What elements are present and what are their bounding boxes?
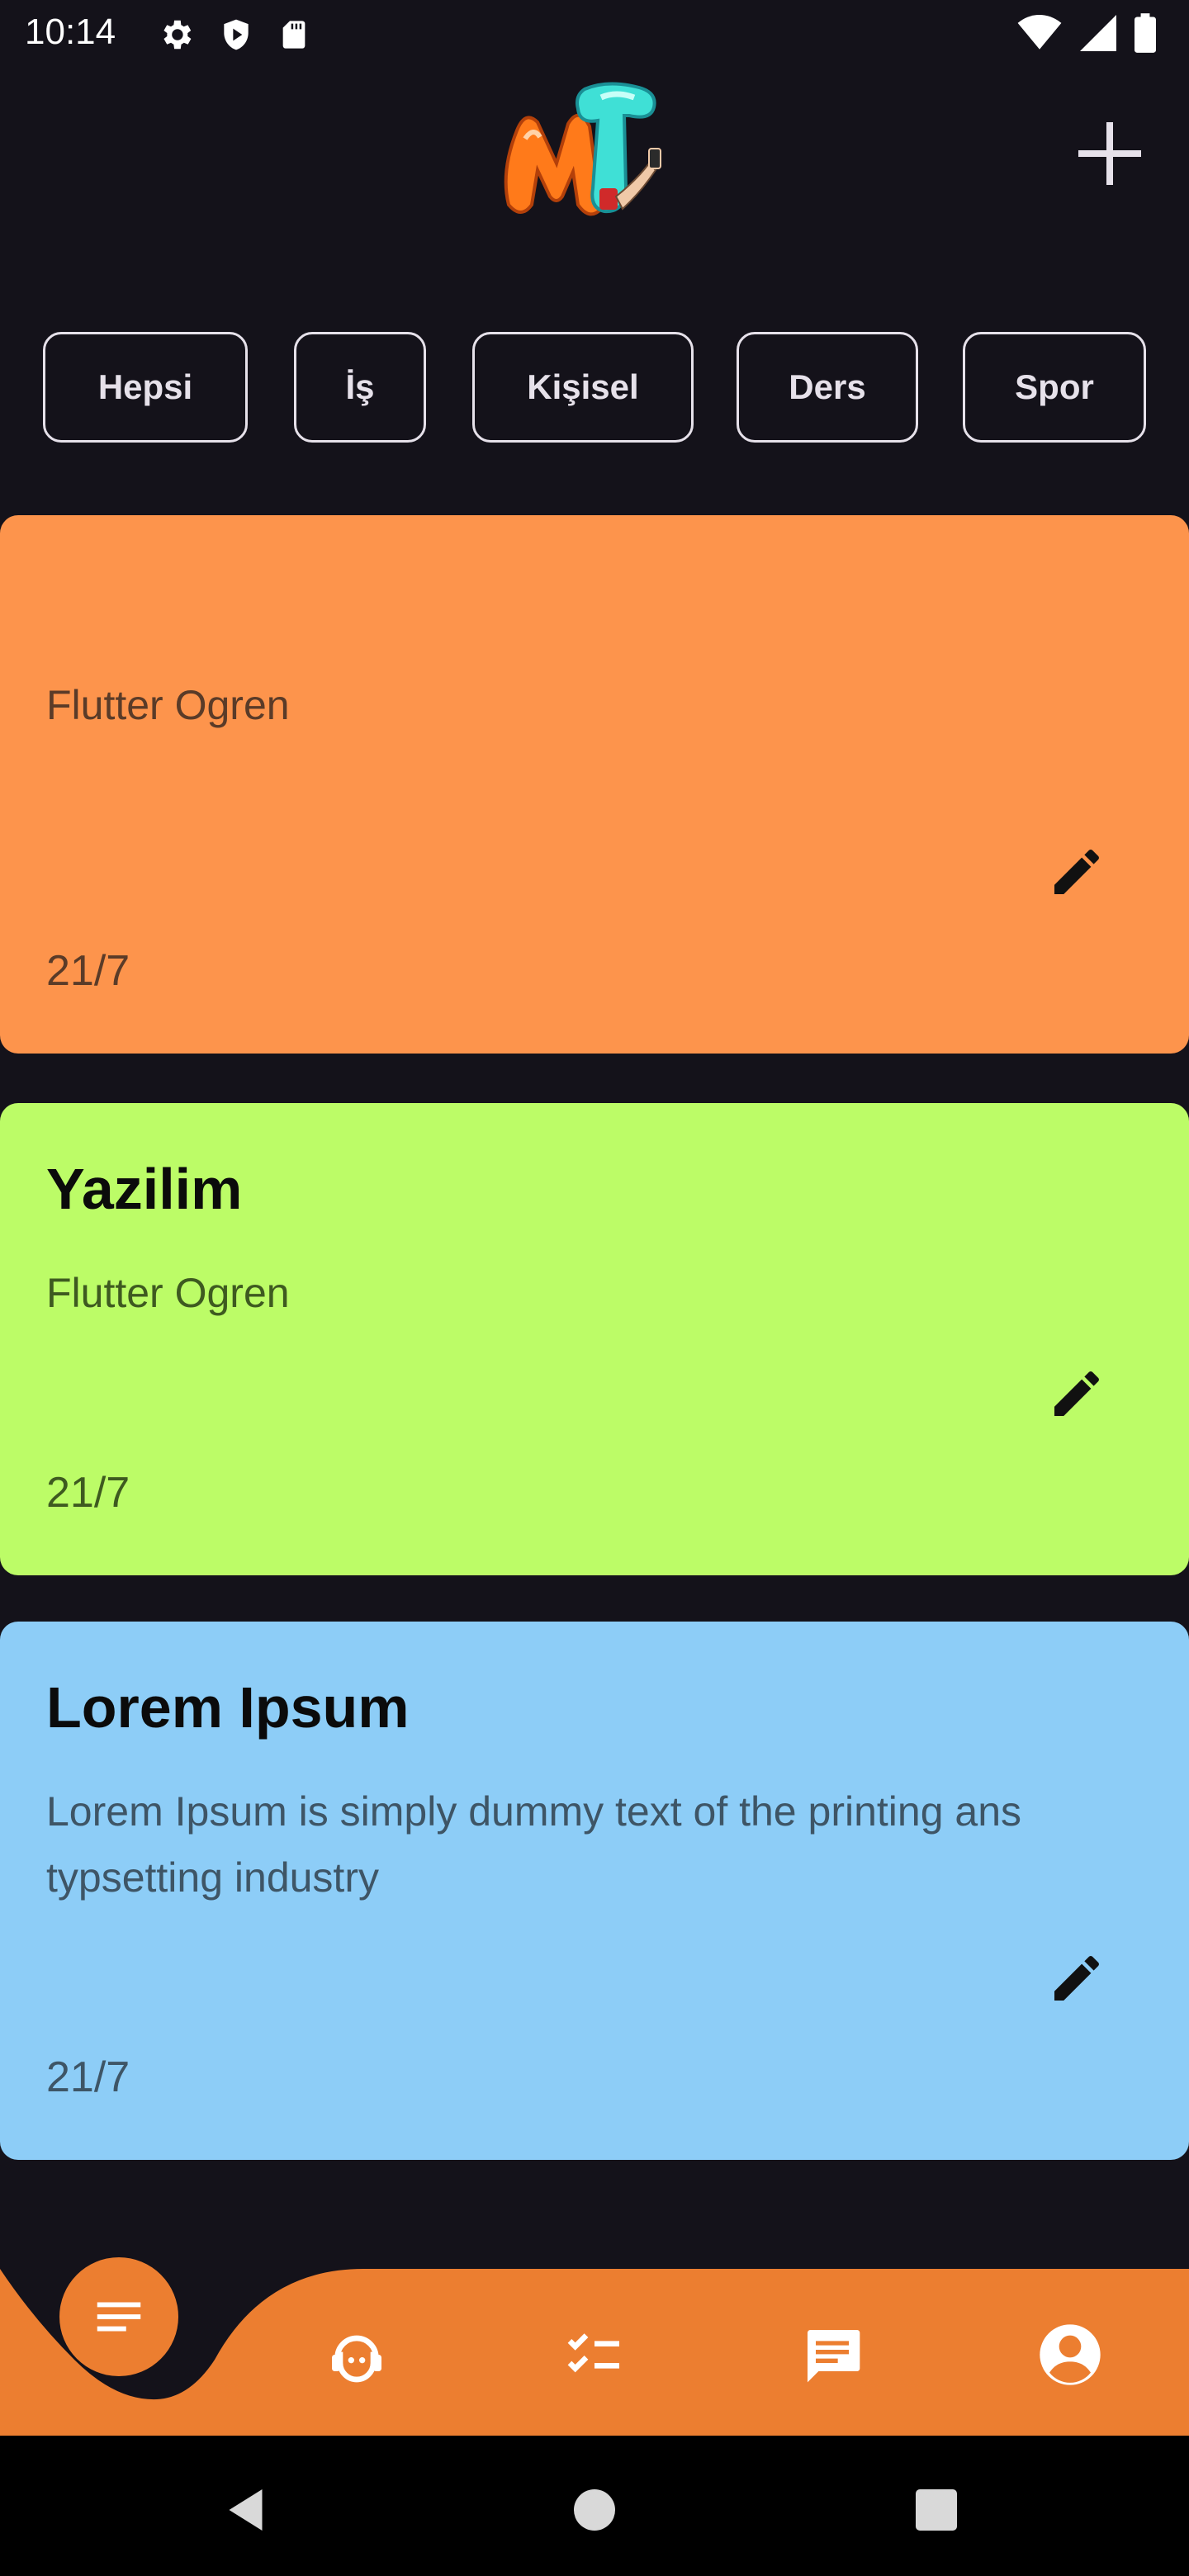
edit-note-button[interactable] (1037, 832, 1116, 912)
checklist-icon (567, 2333, 619, 2373)
pencil-icon (1054, 1371, 1099, 1416)
note-body: Flutter Ogren (46, 1270, 290, 1316)
signal-icon (1080, 15, 1116, 51)
note-title: Yazilim (46, 1157, 243, 1221)
filter-chip-kisisel[interactable]: Kişisel (472, 332, 694, 443)
status-time: 10:14 (25, 12, 116, 52)
mt-logo-icon (504, 82, 661, 216)
pencil-icon (1054, 1955, 1099, 2001)
filter-chip-spor[interactable]: Spor (963, 332, 1146, 443)
menu-button[interactable] (59, 2257, 178, 2376)
note-date: 21/7 (46, 1469, 130, 1517)
nav-support[interactable] (307, 2305, 406, 2404)
shield-icon (224, 19, 249, 50)
battery-icon (1135, 13, 1156, 53)
note-title: Lorem Ipsum (46, 1675, 410, 1740)
nav-account[interactable] (1021, 2305, 1120, 2404)
filter-chip-ders[interactable]: Ders (737, 332, 918, 443)
note-card[interactable]: Flutter Ogren 21/7 (0, 515, 1189, 1054)
pencil-icon (1054, 849, 1099, 894)
filter-chip-is[interactable]: İş (294, 332, 426, 443)
chat-icon (808, 2330, 860, 2383)
note-date: 21/7 (46, 2053, 130, 2101)
home-icon (574, 2489, 615, 2531)
wifi-icon (1017, 15, 1062, 50)
note-card[interactable]: Lorem Ipsum Lorem Ipsum is simply dummy … (0, 1622, 1189, 2160)
recents-icon (916, 2489, 957, 2531)
gear-icon (163, 20, 192, 50)
nav-tasks[interactable] (545, 2305, 644, 2404)
plus-icon (1078, 122, 1141, 185)
add-note-button[interactable] (1070, 114, 1149, 193)
note-date: 21/7 (46, 947, 130, 995)
sd-card-icon (282, 21, 306, 49)
menu-icon (97, 2302, 141, 2332)
nav-chat[interactable] (783, 2305, 882, 2404)
edit-note-button[interactable] (1037, 1939, 1116, 2018)
filter-chip-hepsi[interactable]: Hepsi (43, 332, 248, 443)
account-icon (1040, 2324, 1101, 2385)
support-agent-icon (332, 2335, 381, 2383)
note-body: Flutter Ogren (46, 682, 290, 728)
note-card[interactable]: Yazilim Flutter Ogren 21/7 (0, 1103, 1189, 1575)
recents-button[interactable] (895, 2477, 978, 2543)
app-logo (492, 73, 690, 230)
back-button[interactable] (206, 2477, 289, 2543)
back-icon (229, 2489, 263, 2531)
status-right-icons (1017, 13, 1156, 53)
home-button[interactable] (553, 2477, 636, 2543)
status-left-icons (157, 15, 310, 54)
status-bar: 10:14 (0, 0, 1189, 69)
note-body: Lorem Ipsum is simply dummy text of the … (46, 1788, 1022, 1901)
edit-note-button[interactable] (1037, 1354, 1116, 1433)
